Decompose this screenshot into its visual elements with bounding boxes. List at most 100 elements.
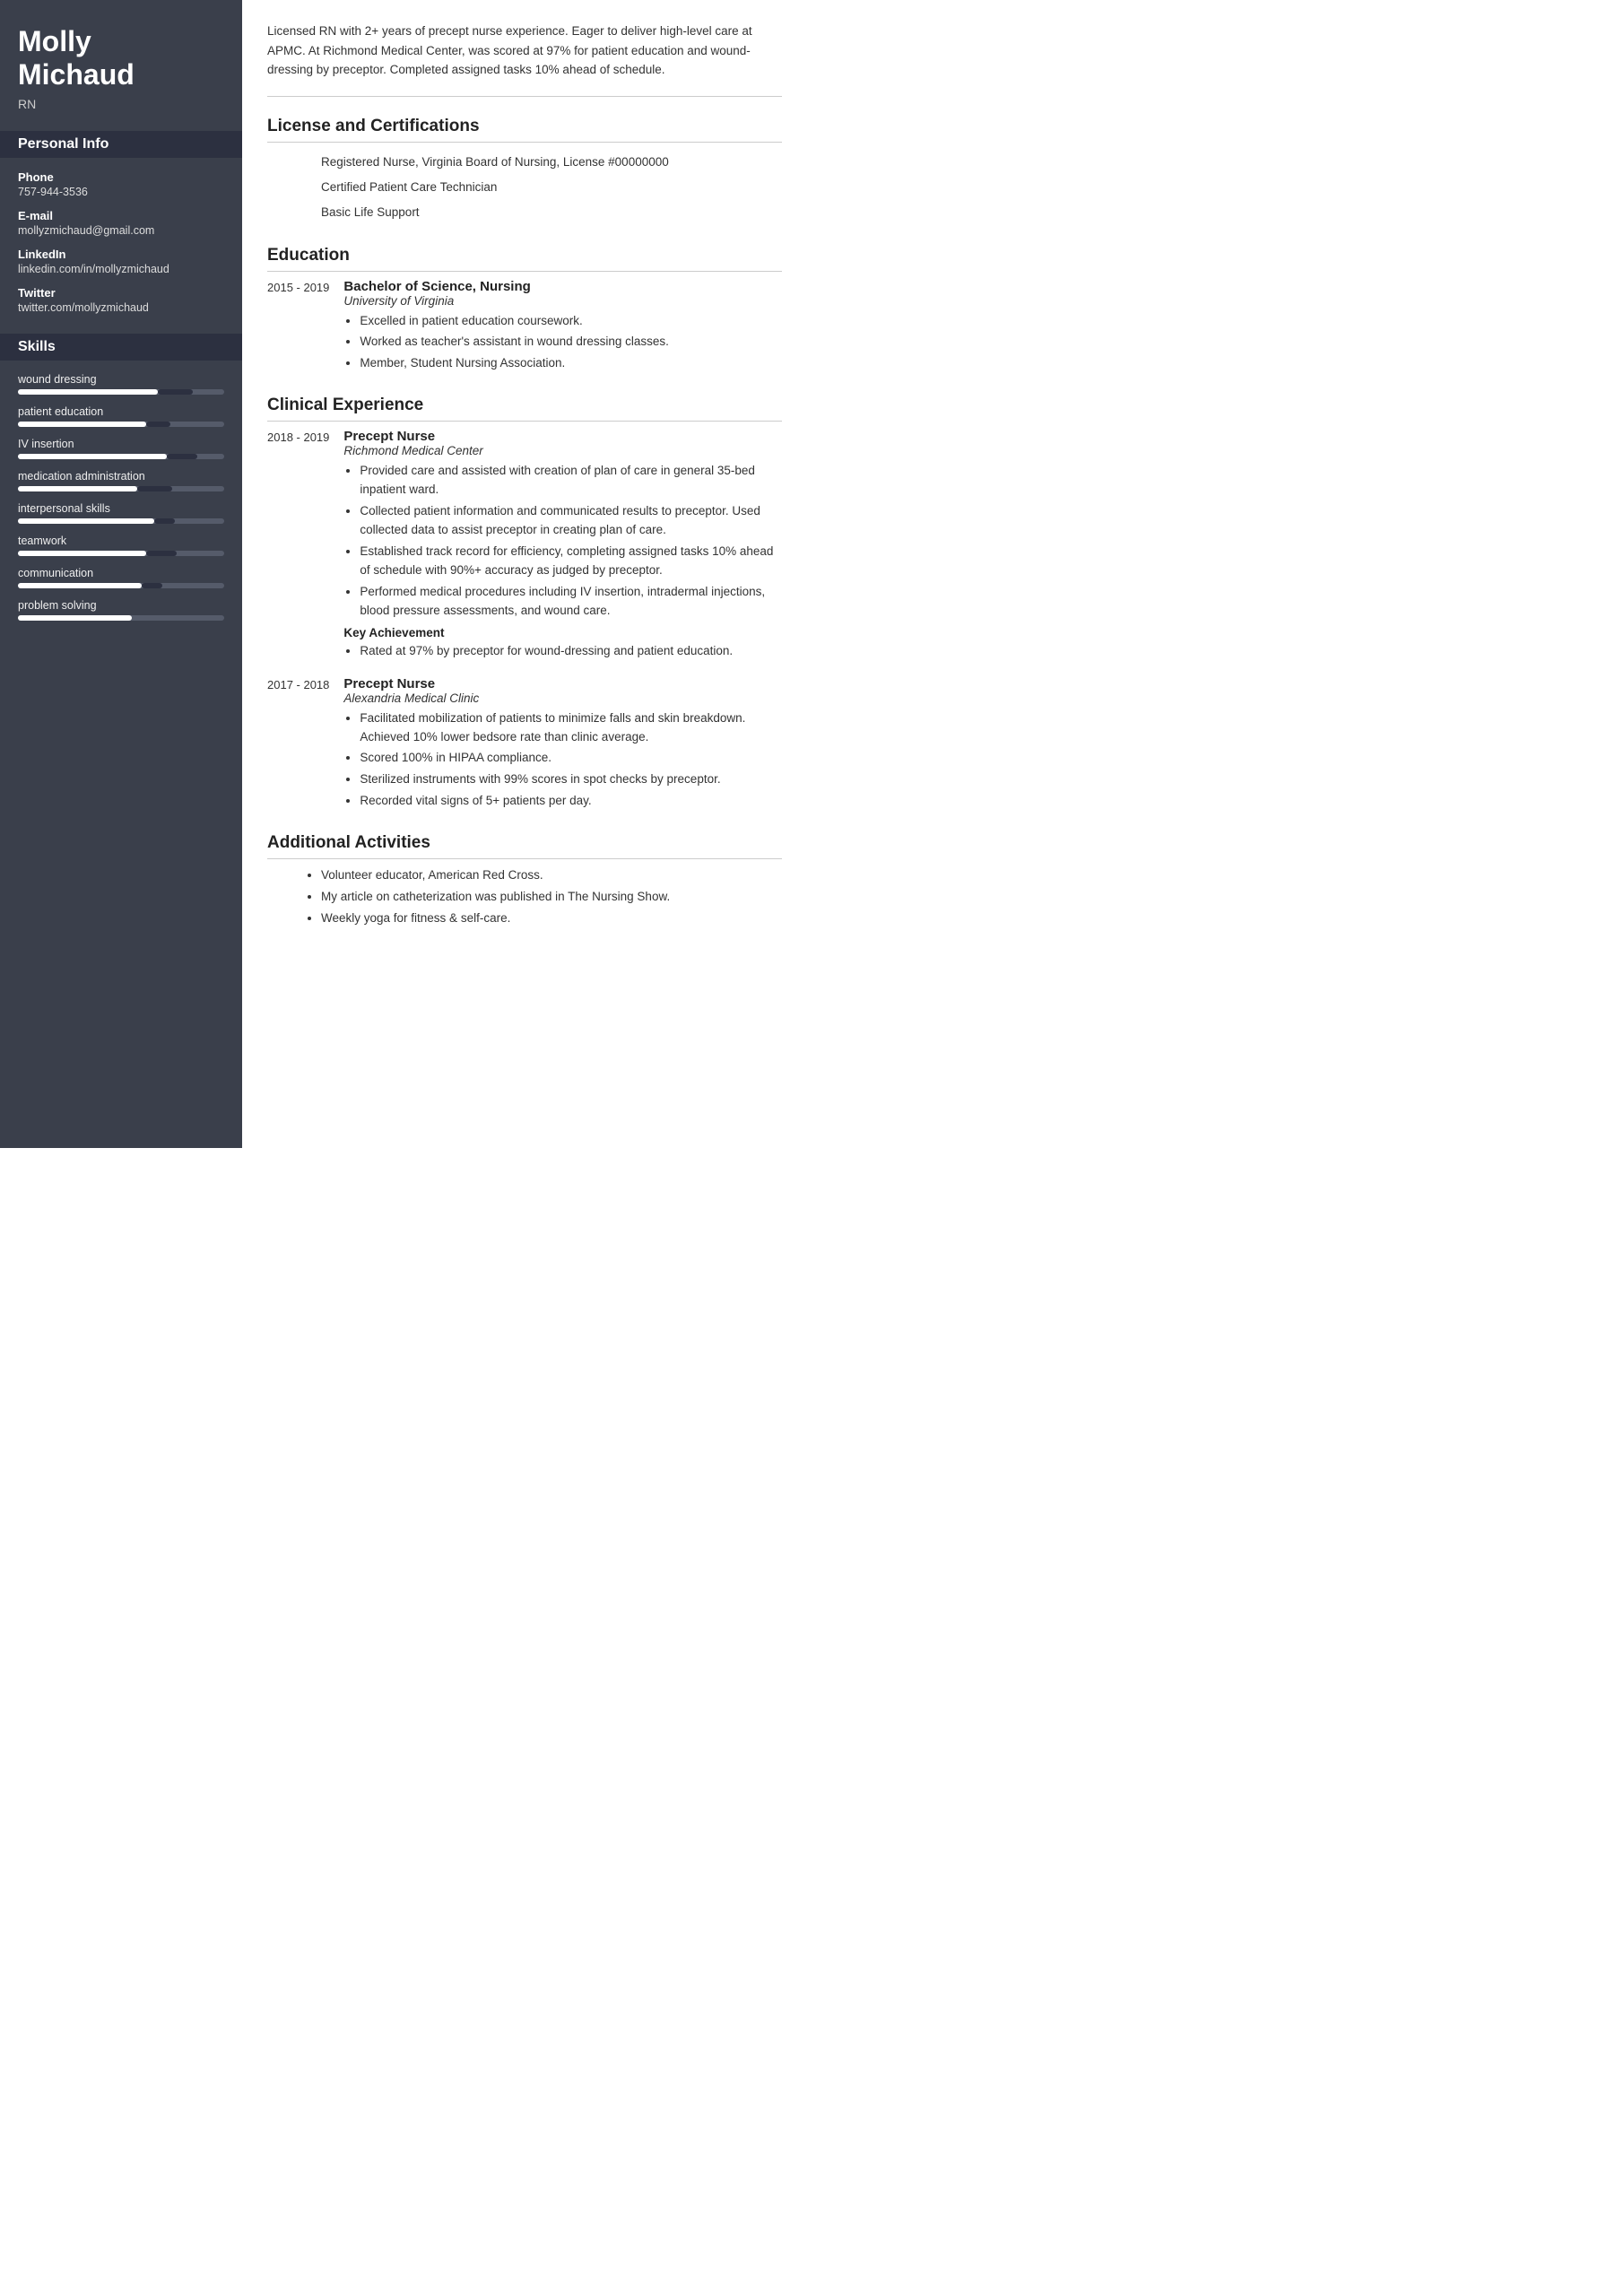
main-content: Licensed RN with 2+ years of precept nur… [242,0,807,1148]
additional-list: Volunteer educator, American Red Cross. M… [267,866,782,928]
skill-bar-bg [18,389,224,395]
exp-content: Precept NurseRichmond Medical Center Prov… [343,429,782,663]
license-section: License and Certifications Registered Nu… [267,117,782,226]
skill-bar-dark [137,486,172,491]
skill-bar-dark [146,422,171,427]
list-item: Excelled in patient education coursework… [360,312,782,331]
clinical-section: Clinical Experience 2018 - 2019Precept N… [267,396,782,813]
skill-bar-bg [18,486,224,491]
email-value: mollyzmichaud@gmail.com [18,224,224,237]
skill-item: patient education [18,405,224,427]
skill-bar-fill [18,389,158,395]
skill-name: communication [18,567,224,579]
skill-name: wound dressing [18,373,224,386]
list-item: Worked as teacher's assistant in wound d… [360,333,782,352]
exp-role: Precept Nurse [343,676,782,691]
linkedin-value: linkedin.com/in/mollyzmichaud [18,263,224,275]
skill-bar-bg [18,551,224,556]
additional-section: Additional Activities Volunteer educator… [267,833,782,928]
list-item: Performed medical procedures including I… [360,583,782,621]
exp-org: Richmond Medical Center [343,444,782,457]
list-item: My article on catheterization was publis… [321,888,782,907]
phone-label: Phone [18,170,224,184]
exp-bullets: Provided care and assisted with creation… [343,462,782,620]
skills-section: Skills wound dressingpatient educationIV… [18,334,224,621]
skill-bar-dark [154,518,175,524]
skill-item: teamwork [18,535,224,556]
exp-dates: 2017 - 2018 [267,676,329,814]
skill-bar-bg [18,518,224,524]
phone-value: 757-944-3536 [18,186,224,198]
skill-bar-fill [18,454,167,459]
skills-heading: Skills [0,334,242,361]
key-achievement-list: Rated at 97% by preceptor for wound-dres… [343,642,782,661]
twitter-label: Twitter [18,286,224,300]
certifications-list: Registered Nurse, Virginia Board of Nurs… [267,150,782,226]
education-section: Education 2015 - 2019Bachelor of Science… [267,246,782,377]
skill-bar-dark [158,389,193,395]
list-item: Rated at 97% by preceptor for wound-dres… [360,642,782,661]
skill-bar-dark [146,551,178,556]
education-entry: 2015 - 2019Bachelor of Science, NursingU… [267,279,782,377]
edu-degree: Bachelor of Science, Nursing [343,279,782,294]
job-title: RN [18,97,224,111]
edu-bullets: Excelled in patient education coursework… [343,312,782,374]
list-item: Member, Student Nursing Association. [360,354,782,373]
skill-item: communication [18,567,224,588]
linkedin-label: LinkedIn [18,248,224,261]
skill-name: problem solving [18,599,224,612]
skill-bar-dark [142,583,162,588]
key-achievement-label: Key Achievement [343,626,782,639]
list-item: Weekly yoga for fitness & self-care. [321,909,782,928]
list-item: Recorded vital signs of 5+ patients per … [360,792,782,811]
skill-bar-bg [18,583,224,588]
clinical-heading: Clinical Experience [267,396,782,422]
skill-name: medication administration [18,470,224,483]
license-heading: License and Certifications [267,117,782,143]
skill-bar-dark [167,454,198,459]
exp-bullets: Facilitated mobilization of patients to … [343,709,782,812]
skill-item: IV insertion [18,438,224,459]
cert-item: Basic Life Support [267,200,782,225]
skill-item: problem solving [18,599,224,621]
summary-text: Licensed RN with 2+ years of precept nur… [267,22,782,97]
exp-content: Precept NurseAlexandria Medical Clinic Fa… [343,676,782,814]
skill-item: wound dressing [18,373,224,395]
edu-school: University of Virginia [343,294,782,308]
exp-org: Alexandria Medical Clinic [343,691,782,705]
list-item: Scored 100% in HIPAA compliance. [360,749,782,768]
edu-dates: 2015 - 2019 [267,279,329,377]
list-item: Sterilized instruments with 99% scores i… [360,770,782,789]
twitter-value: twitter.com/mollyzmichaud [18,301,224,314]
experience-entry: 2017 - 2018Precept NurseAlexandria Medic… [267,676,782,814]
skill-name: interpersonal skills [18,502,224,515]
email-label: E-mail [18,209,224,222]
skill-bar-bg [18,454,224,459]
education-heading: Education [267,246,782,272]
personal-info-heading: Personal Info [0,131,242,158]
list-item: Established track record for efficiency,… [360,543,782,580]
experience-list: 2018 - 2019Precept NurseRichmond Medical… [267,429,782,813]
skill-name: patient education [18,405,224,418]
list-item: Collected patient information and commun… [360,502,782,540]
exp-role: Precept Nurse [343,429,782,444]
skill-bar-fill [18,583,142,588]
exp-dates: 2018 - 2019 [267,429,329,663]
skill-name: teamwork [18,535,224,547]
skill-bar-fill [18,518,154,524]
cert-item: Registered Nurse, Virginia Board of Nurs… [267,150,782,175]
cert-item: Certified Patient Care Technician [267,175,782,200]
skill-bar-fill [18,615,132,621]
experience-entry: 2018 - 2019Precept NurseRichmond Medical… [267,429,782,663]
sidebar: Molly Michaud RN Personal Info Phone 757… [0,0,242,1148]
full-name: Molly Michaud [18,25,224,91]
education-list: 2015 - 2019Bachelor of Science, NursingU… [267,279,782,377]
list-item: Volunteer educator, American Red Cross. [321,866,782,885]
list-item: Provided care and assisted with creation… [360,462,782,500]
skills-list: wound dressing patient education IV insert… [18,373,224,621]
skill-name: IV insertion [18,438,224,450]
edu-content: Bachelor of Science, NursingUniversity o… [343,279,782,377]
skill-bar-fill [18,422,146,427]
skill-bar-fill [18,551,146,556]
skill-bar-bg [18,422,224,427]
